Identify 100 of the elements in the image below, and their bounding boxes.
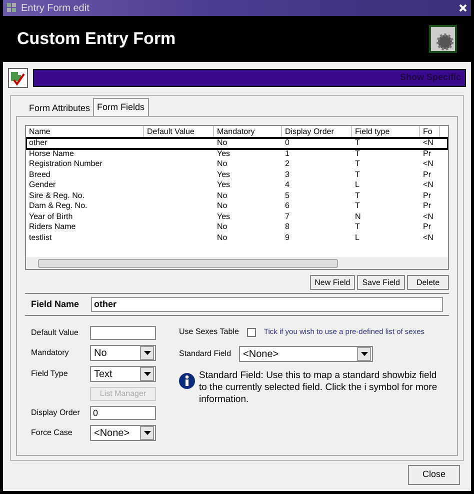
caret-icon bbox=[144, 431, 150, 435]
app-icon bbox=[7, 3, 17, 13]
column-header[interactable]: Fo bbox=[420, 126, 440, 137]
table-cell: Registration Number bbox=[29, 159, 102, 168]
table-cell: T bbox=[355, 170, 360, 178]
table-row[interactable]: Gender Yes 4 L <N bbox=[26, 180, 448, 190]
table-cell: T bbox=[355, 201, 360, 210]
column-header[interactable]: Default Value bbox=[144, 126, 214, 137]
table-cell: Yes bbox=[217, 148, 230, 158]
table-row[interactable]: Breed Yes 3 T Pr bbox=[26, 170, 448, 180]
info-text: Standard Field: Use this to map a standard showbiz field to the currently selected field. Click the i symbol for more information. bbox=[199, 370, 438, 406]
dropdown-button[interactable] bbox=[140, 346, 154, 360]
table-row[interactable]: Sire & Reg. No. No 5 T Pr bbox=[26, 190, 448, 201]
close-button[interactable]: Close bbox=[408, 465, 460, 485]
dropdown-button[interactable] bbox=[140, 367, 154, 381]
table-row[interactable]: other No 0 T <N bbox=[26, 138, 448, 148]
table-cell: No bbox=[217, 222, 228, 231]
tab[interactable]: Form Attributes bbox=[26, 101, 94, 116]
caret-icon bbox=[360, 352, 368, 356]
table-cell: 9 bbox=[285, 232, 290, 242]
table-cell: Yes bbox=[217, 212, 230, 220]
field-label: Display Order bbox=[31, 407, 81, 419]
table-cell: Pr bbox=[423, 222, 431, 231]
table-cell: No bbox=[217, 138, 228, 147]
table-cell: <N bbox=[423, 212, 434, 220]
window-title: Entry Form edit bbox=[21, 2, 90, 16]
field-name-label: Field Name bbox=[31, 298, 80, 311]
scroll-thumb[interactable] bbox=[38, 258, 338, 268]
form-title: Custom Entry Form bbox=[17, 28, 176, 50]
caret-icon bbox=[144, 351, 150, 355]
table-cell: <N bbox=[423, 159, 434, 168]
table-cell: 3 bbox=[285, 170, 290, 178]
table-row[interactable]: testlist No 9 L <N bbox=[26, 232, 448, 243]
caret-icon bbox=[144, 372, 150, 376]
dropdown-field[interactable]: <None> bbox=[239, 346, 374, 362]
list-button[interactable]: Delete bbox=[407, 275, 449, 290]
table-cell: Year of Birth bbox=[29, 212, 73, 220]
table-row[interactable]: Horse Name Yes 1 T Pr bbox=[26, 148, 448, 159]
table-cell: <N bbox=[423, 180, 434, 189]
tab[interactable]: Form Fields bbox=[93, 98, 149, 116]
field-label: Mandatory bbox=[31, 347, 70, 359]
table-cell: Breed bbox=[29, 170, 50, 178]
info-icon[interactable] bbox=[179, 373, 195, 389]
field-label: Use Sexes Table bbox=[179, 326, 239, 338]
table-cell: 7 bbox=[285, 212, 290, 220]
dropdown-field[interactable]: No bbox=[90, 345, 156, 361]
dropdown-button[interactable] bbox=[357, 347, 372, 361]
field-name-input[interactable]: other bbox=[91, 297, 443, 312]
field-label: Force Case bbox=[31, 427, 74, 439]
table-cell: Sire & Reg. No. bbox=[29, 190, 85, 200]
table-cell: testlist bbox=[29, 232, 52, 242]
table-cell: T bbox=[355, 159, 360, 168]
banner-text: Show Specific bbox=[400, 71, 461, 84]
table-cell: <N bbox=[423, 232, 434, 242]
table-row[interactable]: Riders Name No 8 T Pr bbox=[26, 222, 448, 232]
table-cell: 6 bbox=[285, 201, 290, 210]
list-button[interactable]: New Field bbox=[310, 275, 356, 290]
field-label: Field Type bbox=[31, 368, 69, 380]
field-label: Default Value bbox=[31, 327, 80, 339]
column-header[interactable]: Display Order bbox=[282, 126, 352, 137]
input-field[interactable]: 0 bbox=[90, 406, 156, 420]
dropdown-button[interactable] bbox=[140, 426, 154, 440]
gear-icon bbox=[429, 25, 457, 53]
table-cell: Pr bbox=[423, 170, 431, 178]
table-cell: 2 bbox=[285, 159, 290, 168]
column-header[interactable]: Mandatory bbox=[214, 126, 282, 137]
table-row[interactable]: Registration Number No 2 T <N bbox=[26, 159, 448, 170]
dropdown-field[interactable]: <None> bbox=[90, 425, 156, 441]
table-cell: No bbox=[217, 232, 228, 242]
table-cell: N bbox=[355, 212, 361, 220]
puzzle-check-icon[interactable] bbox=[8, 68, 28, 88]
input-field[interactable] bbox=[90, 326, 156, 340]
table-row[interactable]: Dam & Reg. No. No 6 T Pr bbox=[26, 201, 448, 212]
column-header[interactable]: Field type bbox=[352, 126, 420, 137]
table-cell: Horse Name bbox=[29, 148, 74, 158]
list-button[interactable]: Save Field bbox=[357, 275, 405, 290]
table-cell: 8 bbox=[285, 222, 290, 231]
horizontal-scrollbar[interactable] bbox=[26, 257, 448, 269]
table-cell: No bbox=[217, 201, 228, 210]
table-cell: <N bbox=[423, 138, 434, 147]
table-cell: Dam & Reg. No. bbox=[29, 201, 88, 210]
table-cell: T bbox=[355, 190, 360, 200]
table-cell: Yes bbox=[217, 170, 230, 178]
table-cell: Pr bbox=[423, 201, 431, 210]
table-cell: Riders Name bbox=[29, 222, 76, 231]
table-cell: No bbox=[217, 159, 228, 168]
column-header[interactable]: Name bbox=[26, 126, 144, 137]
checkbox[interactable] bbox=[246, 328, 256, 336]
dropdown-field[interactable]: Text bbox=[90, 366, 156, 382]
table-cell: L bbox=[355, 232, 360, 242]
table-cell: Pr bbox=[423, 148, 431, 158]
table-cell: T bbox=[355, 138, 360, 147]
table-cell: Gender bbox=[29, 180, 56, 189]
table-cell: Pr bbox=[423, 190, 431, 200]
table-row[interactable]: Year of Birth Yes 7 N <N bbox=[26, 212, 448, 222]
close-icon[interactable] bbox=[459, 4, 467, 12]
table-cell: L bbox=[355, 180, 360, 189]
field-label: Standard Field bbox=[179, 348, 232, 360]
table-cell: 5 bbox=[285, 190, 290, 200]
table-cell: Yes bbox=[217, 180, 230, 189]
